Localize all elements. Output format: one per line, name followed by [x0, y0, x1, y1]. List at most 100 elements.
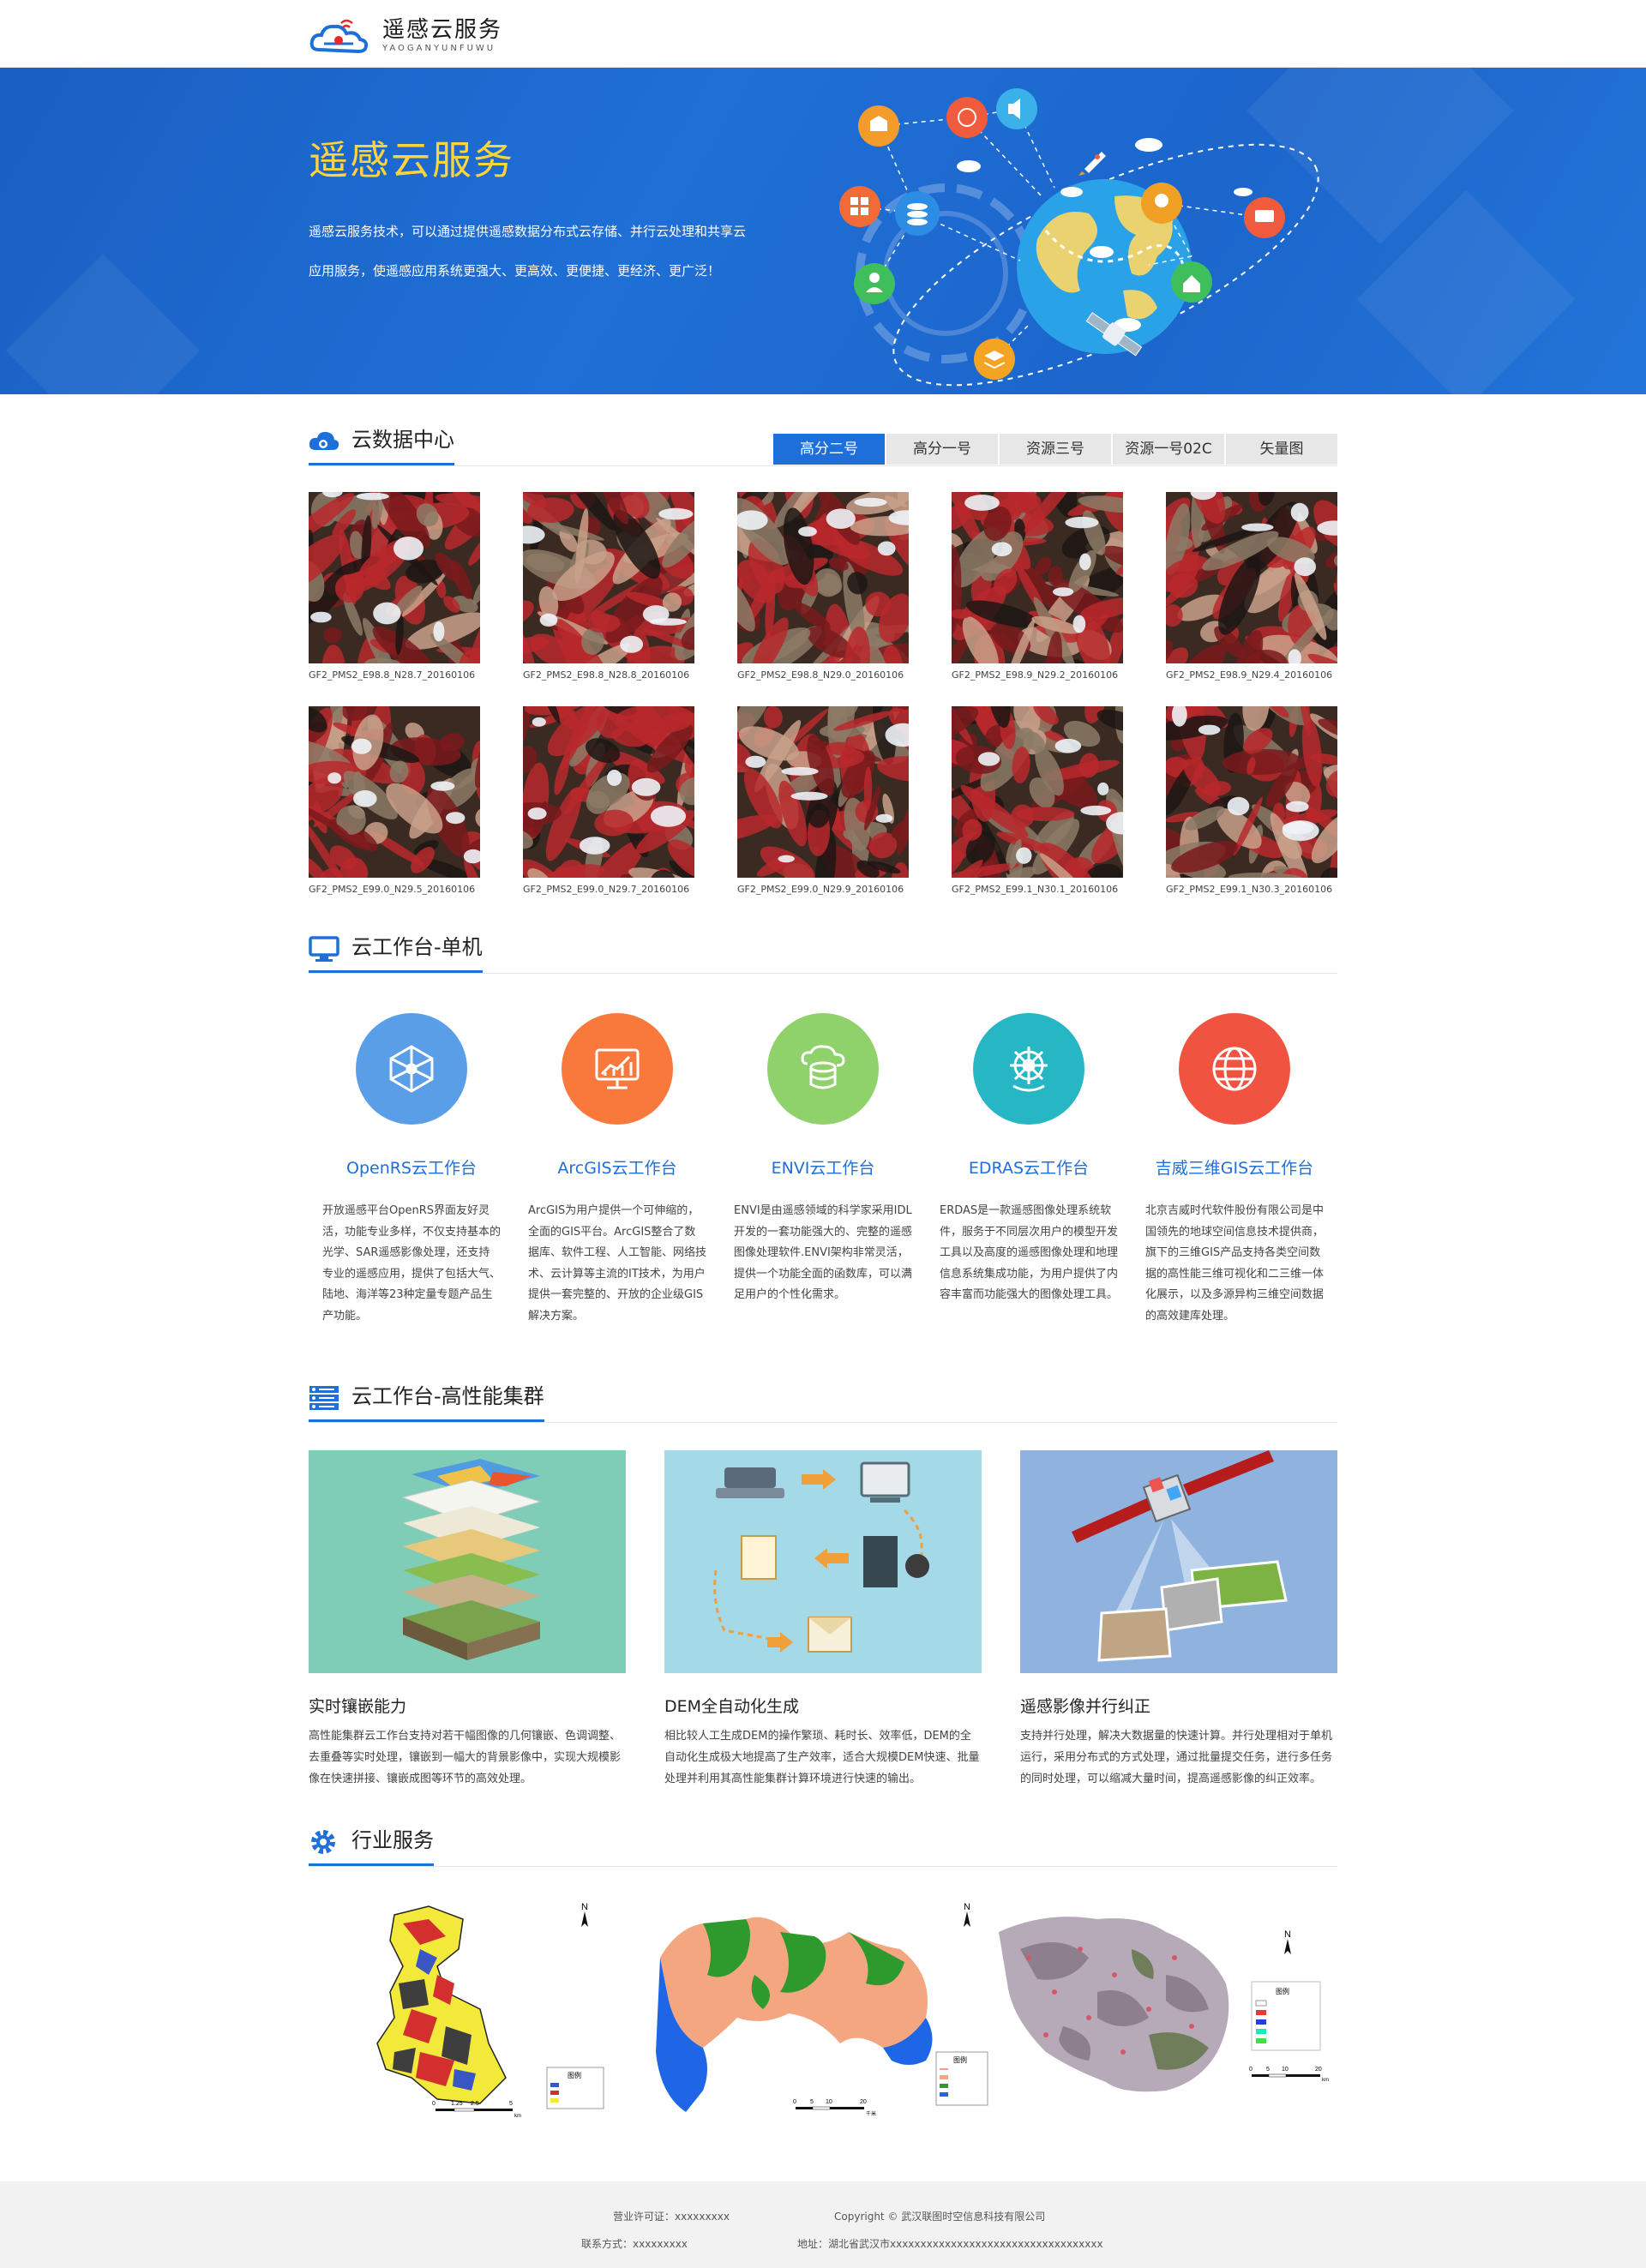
satellite-image[interactable] — [523, 706, 694, 878]
data-center-section: 云数据中心 高分二号 高分一号 资源三号 资源一号02C 矢量图 GF2_PMS2_E9… — [309, 415, 1337, 897]
logo-subtitle: YAOGANYUNFUWU — [382, 44, 496, 53]
site-header: 遥感云服务 YAOGANYUNFUWU — [0, 0, 1646, 68]
satellite-image[interactable] — [952, 492, 1123, 663]
cloud-signal-icon — [309, 15, 370, 57]
image-caption: GF2_PMS2_E98.8_N28.7_20160106 — [309, 669, 476, 681]
satellite-image-card[interactable]: GF2_PMS2_E98.9_N29.4_20160106 — [1166, 492, 1337, 682]
north-arrow: N — [1284, 1929, 1291, 1940]
svg-text:km: km — [1322, 2078, 1329, 2083]
satellite-imaging-illustration — [1020, 1450, 1337, 1673]
north-arrow: N — [964, 1902, 970, 1912]
svg-text:1.25: 1.25 — [451, 2101, 463, 2107]
workstation-card[interactable]: ENVI云工作台 ENVI是由遥感领域的科学家采用IDL开发的一套功能强大的、完整… — [720, 1013, 926, 1327]
svg-text:0: 0 — [793, 2099, 796, 2105]
cluster-card-dem[interactable]: DEM全自动化生成 相比较人工生成DEM的操作繁琐、耗时长、效率低，DEM的全自… — [664, 1450, 982, 1790]
industry-map-2[interactable]: N 图例 0 5 10 20 千米 — [652, 1898, 994, 2124]
image-grid: GF2_PMS2_E98.8_N28.7_20160106 GF2_PMS2_E9… — [309, 492, 1337, 897]
banner-description: 遥感云服务技术，可以通过提供遥感数据分布式云存储、并行云处理和共享云应用服务，使… — [309, 224, 747, 279]
satellite-image-card[interactable]: GF2_PMS2_E99.0_N29.9_20160106 — [737, 706, 909, 897]
image-caption: GF2_PMS2_E99.0_N29.7_20160106 — [523, 884, 690, 895]
satellite-image[interactable] — [737, 706, 909, 878]
satellite-image-card[interactable]: GF2_PMS2_E99.1_N30.1_20160106 — [952, 706, 1123, 897]
workstation-card[interactable]: 吉威三维GIS云工作台北京吉威时代软件股份有限公司是中国领先的地球空间信息技术提… — [1132, 1013, 1337, 1327]
cluster-section: 云工作台-高性能集群 实时镶嵌能力 高性能集群云工作台支持对若干幅图像的几何镶嵌… — [309, 1371, 1337, 1790]
workstation-name[interactable]: 吉威三维GIS云工作台 — [1132, 1155, 1337, 1179]
card-description: 高性能集群云工作台支持对若干幅图像的几何镶嵌、色调调整、去重叠等实时处理，镶嵌到… — [309, 1730, 622, 1785]
legend-title: 图例 — [568, 2071, 581, 2079]
workstation-name[interactable]: ENVI云工作台 — [720, 1155, 926, 1179]
image-caption: GF2_PMS2_E98.8_N28.8_20160106 — [523, 669, 690, 681]
satellite-image[interactable] — [1166, 492, 1337, 663]
tab-satellite[interactable]: 矢量图 — [1226, 434, 1337, 465]
workstation-name[interactable]: OpenRS云工作台 — [309, 1155, 514, 1179]
svg-text:5: 5 — [810, 2099, 814, 2105]
satellite-image-card[interactable]: GF2_PMS2_E99.0_N29.7_20160106 — [523, 706, 694, 897]
chart-monitor-icon[interactable] — [562, 1013, 673, 1125]
workstation-description: 北京吉威时代软件股份有限公司是中国领先的地球空间信息技术提供商，旗下的三维GIS… — [1145, 1204, 1325, 1323]
industry-map-3[interactable]: N 图例 0 5 10 20 km — [994, 1898, 1337, 2124]
svg-text:20: 20 — [1315, 2067, 1322, 2073]
section-title: 行业服务 — [309, 1815, 434, 1866]
card-title: 实时镶嵌能力 — [309, 1697, 407, 1716]
image-caption: GF2_PMS2_E98.9_N29.4_20160106 — [1166, 669, 1333, 681]
workstation-name[interactable]: EDRAS云工作台 — [926, 1155, 1132, 1179]
tab-satellite[interactable]: 资源三号 — [1000, 434, 1111, 465]
image-caption: GF2_PMS2_E99.0_N29.9_20160106 — [737, 884, 904, 895]
site-footer: 营业许可证：xxxxxxxxx Copyright © 武汉联图时空信息科技有限… — [0, 2181, 1646, 2268]
satellite-image-card[interactable]: GF2_PMS2_E99.0_N29.5_20160106 — [309, 706, 480, 897]
satellite-image-card[interactable]: GF2_PMS2_E98.8_N29.0_20160106 — [737, 492, 909, 682]
footer-copyright: Copyright © 武汉联图时空信息科技有限公司 — [834, 2211, 1046, 2223]
workstation-card[interactable]: OpenRS云工作台开放遥感平台OpenRS界面友好灵活，功能专业多样，不仅支持… — [309, 1013, 514, 1327]
card-title: 遥感影像并行纠正 — [1020, 1697, 1151, 1716]
svg-text:0: 0 — [432, 2101, 436, 2107]
banner-title: 遥感云服务 — [309, 137, 514, 183]
tab-satellite[interactable]: 高分一号 — [886, 434, 998, 465]
svg-text:5: 5 — [1266, 2067, 1270, 2073]
legend-title: 图例 — [953, 2055, 967, 2064]
card-description: 支持并行处理，解决大数据量的快速计算。并行处理相对于单机运行，采用分布式的方式处… — [1020, 1730, 1333, 1785]
workstation-card[interactable]: EDRAS云工作台 ERDAS是一款遥感图像处理系统软件，服务于不同层次用户的模型… — [926, 1013, 1132, 1327]
satellite-image[interactable] — [1166, 706, 1337, 878]
satellite-image-card[interactable]: GF2_PMS2_E98.8_N28.8_20160106 — [523, 492, 694, 682]
workstation-card[interactable]: ArcGIS云工作台 ArcGIS为用户提供一个可伸缩的，全面的GIS平台。Arc… — [514, 1013, 720, 1327]
section-title: 云工作台-单机 — [309, 921, 483, 973]
image-caption: GF2_PMS2_E99.0_N29.5_20160106 — [309, 884, 476, 895]
cloud-database-icon[interactable] — [767, 1013, 879, 1125]
satellite-image-card[interactable]: GF2_PMS2_E99.1_N30.3_20160106 — [1166, 706, 1337, 897]
workstation-description: 开放遥感平台OpenRS界面友好灵活，功能专业多样，不仅支持基本的光学、SAR遥… — [322, 1204, 502, 1323]
satellite-image-card[interactable]: GF2_PMS2_E98.8_N28.7_20160106 — [309, 492, 480, 682]
svg-text:5: 5 — [509, 2101, 513, 2107]
cluster-card-mosaic[interactable]: 实时镶嵌能力 高性能集群云工作台支持对若干幅图像的几何镶嵌、色调调整、去重叠等实… — [309, 1450, 626, 1790]
logo-title: 遥感云服务 — [382, 17, 503, 43]
network-icon[interactable] — [356, 1013, 467, 1125]
workstation-name[interactable]: ArcGIS云工作台 — [514, 1155, 720, 1179]
svg-text:10: 10 — [826, 2099, 832, 2105]
section-title: 云工作台-高性能集群 — [309, 1371, 544, 1422]
card-description: 相比较人工生成DEM的操作繁琐、耗时长、效率低，DEM的全自动化生成极大地提高了… — [664, 1730, 980, 1785]
svg-text:0: 0 — [1249, 2067, 1253, 2073]
satellite-image[interactable] — [952, 706, 1123, 878]
globe-icon[interactable] — [1179, 1013, 1290, 1125]
satellite-image[interactable] — [523, 492, 694, 663]
industry-map-1[interactable]: N 图例 0 1.25 2.5 5 km — [309, 1898, 652, 2124]
helm-icon[interactable] — [973, 1013, 1084, 1125]
image-caption: GF2_PMS2_E99.1_N30.1_20160106 — [952, 884, 1119, 895]
tab-satellite[interactable]: 资源一号02C — [1113, 434, 1224, 465]
svg-text:km: km — [514, 2114, 521, 2119]
footer-address: 地址：湖北省武汉市xxxxxxxxxxxxxxxxxxxxxxxxxxxxxxx… — [797, 2238, 1103, 2250]
satellite-image[interactable] — [737, 492, 909, 663]
industry-section: 行业服务 N 图例 0 1.25 2.5 5 km N 图例 0 5 10 20… — [309, 1815, 1337, 2124]
cluster-card-correction[interactable]: 遥感影像并行纠正 支持并行处理，解决大数据量的快速计算。并行处理相对于单机运行，… — [1020, 1450, 1337, 1790]
cloud-network-illustration — [746, 68, 1346, 394]
north-arrow: N — [581, 1902, 588, 1912]
satellite-image-card[interactable]: GF2_PMS2_E98.9_N29.2_20160106 — [952, 492, 1123, 682]
satellite-image[interactable] — [309, 492, 480, 663]
legend-title: 图例 — [1276, 1987, 1289, 1995]
site-logo[interactable]: 遥感云服务 YAOGANYUNFUWU — [309, 15, 502, 57]
svg-text:千米: 千米 — [866, 2110, 876, 2117]
tab-satellite[interactable]: 高分二号 — [773, 434, 885, 465]
workstation-description: ERDAS是一款遥感图像处理系统软件，服务于不同层次用户的模型开发工具以及高度的… — [940, 1204, 1119, 1301]
satellite-image[interactable] — [309, 706, 480, 878]
image-caption: GF2_PMS2_E98.9_N29.2_20160106 — [952, 669, 1119, 681]
workflow-illustration — [664, 1450, 982, 1673]
